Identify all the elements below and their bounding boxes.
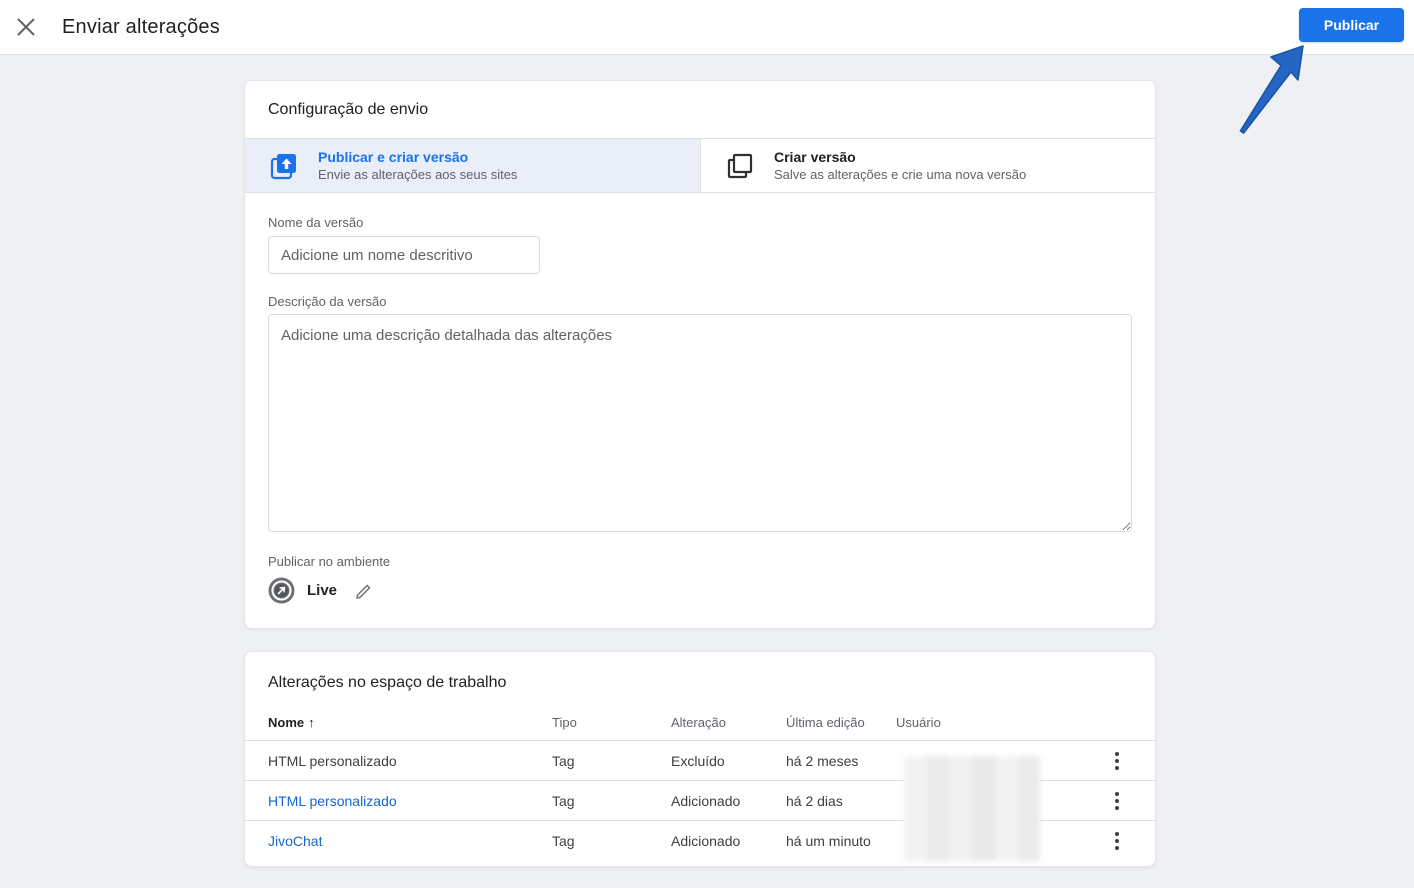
tab-text: Criar versão Salve as alterações e crie … <box>774 148 1026 183</box>
row-type: Tag <box>552 792 575 809</box>
table-header-row: Nome ↑ Tipo Alteração Última edição Usuár… <box>245 704 1155 740</box>
row-menu-kebab-icon[interactable] <box>1109 786 1125 816</box>
version-description-label: Descrição da versão <box>268 294 387 309</box>
page-title: Enviar alterações <box>62 15 220 38</box>
version-name-input[interactable] <box>268 236 540 274</box>
tab-text: Publicar e criar versão Envie as alteraç… <box>318 148 517 183</box>
row-menu-kebab-icon[interactable] <box>1109 826 1125 856</box>
version-name-label: Nome da versão <box>268 215 364 230</box>
live-environment-icon <box>268 577 295 604</box>
row-menu-kebab-icon[interactable] <box>1109 746 1125 776</box>
row-type: Tag <box>552 832 575 849</box>
row-change: Adicionado <box>671 832 741 849</box>
publish-environment-label: Publicar no ambiente <box>268 554 391 569</box>
close-x-glyph <box>17 18 35 36</box>
row-change: Excluído <box>671 752 725 769</box>
row-type: Tag <box>552 752 575 769</box>
user-column-redacted-blur <box>904 756 1040 861</box>
edit-pencil-icon[interactable] <box>355 582 373 600</box>
tab-subtitle: Salve as alterações e crie uma nova vers… <box>774 167 1027 182</box>
column-header-name[interactable]: Nome ↑ <box>268 715 552 730</box>
column-header-change[interactable]: Alteração <box>671 715 786 730</box>
copy-pages-icon <box>724 150 756 182</box>
tab-create-version[interactable]: Criar versão Salve as alterações e crie … <box>700 139 1155 192</box>
environment-value: Live <box>307 582 338 599</box>
row-name: HTML personalizado <box>268 752 397 769</box>
version-description-textarea[interactable] <box>268 314 1132 532</box>
submission-config-card: Configuração de envio Publicar e criar v… <box>244 80 1156 629</box>
row-last-edit: há 2 meses <box>786 752 859 769</box>
row-name[interactable]: JivoChat <box>268 833 552 849</box>
column-header-user[interactable]: Usuário <box>896 715 1089 730</box>
row-name[interactable]: HTML personalizado <box>268 793 552 809</box>
card-title: Alterações no espaço de trabalho <box>268 674 507 691</box>
column-header-type[interactable]: Tipo <box>552 715 671 730</box>
publish-upload-icon <box>268 150 300 182</box>
row-last-edit: há um minuto <box>786 832 871 849</box>
tab-publish-create-version[interactable]: Publicar e criar versão Envie as alteraç… <box>245 139 700 192</box>
column-header-last-edit[interactable]: Última edição <box>786 715 896 730</box>
close-icon[interactable] <box>14 15 38 39</box>
sort-asc-icon: ↑ <box>308 714 315 730</box>
environment-row: Live <box>268 577 373 604</box>
tab-subtitle: Envie as alterações aos seus sites <box>318 167 518 182</box>
card-title: Configuração de envio <box>245 81 1155 139</box>
publish-button[interactable]: Publicar <box>1299 8 1404 42</box>
row-change: Adicionado <box>671 792 741 809</box>
row-last-edit: há 2 dias <box>786 792 843 809</box>
workspace-changes-card: Alterações no espaço de trabalho Nome ↑ T… <box>244 651 1156 867</box>
tab-title: Publicar e criar versão <box>318 149 469 165</box>
top-bar: Enviar alterações Publicar <box>0 0 1414 55</box>
tab-title: Criar versão <box>774 149 856 165</box>
submission-tabs: Publicar e criar versão Envie as alteraç… <box>245 139 1155 193</box>
